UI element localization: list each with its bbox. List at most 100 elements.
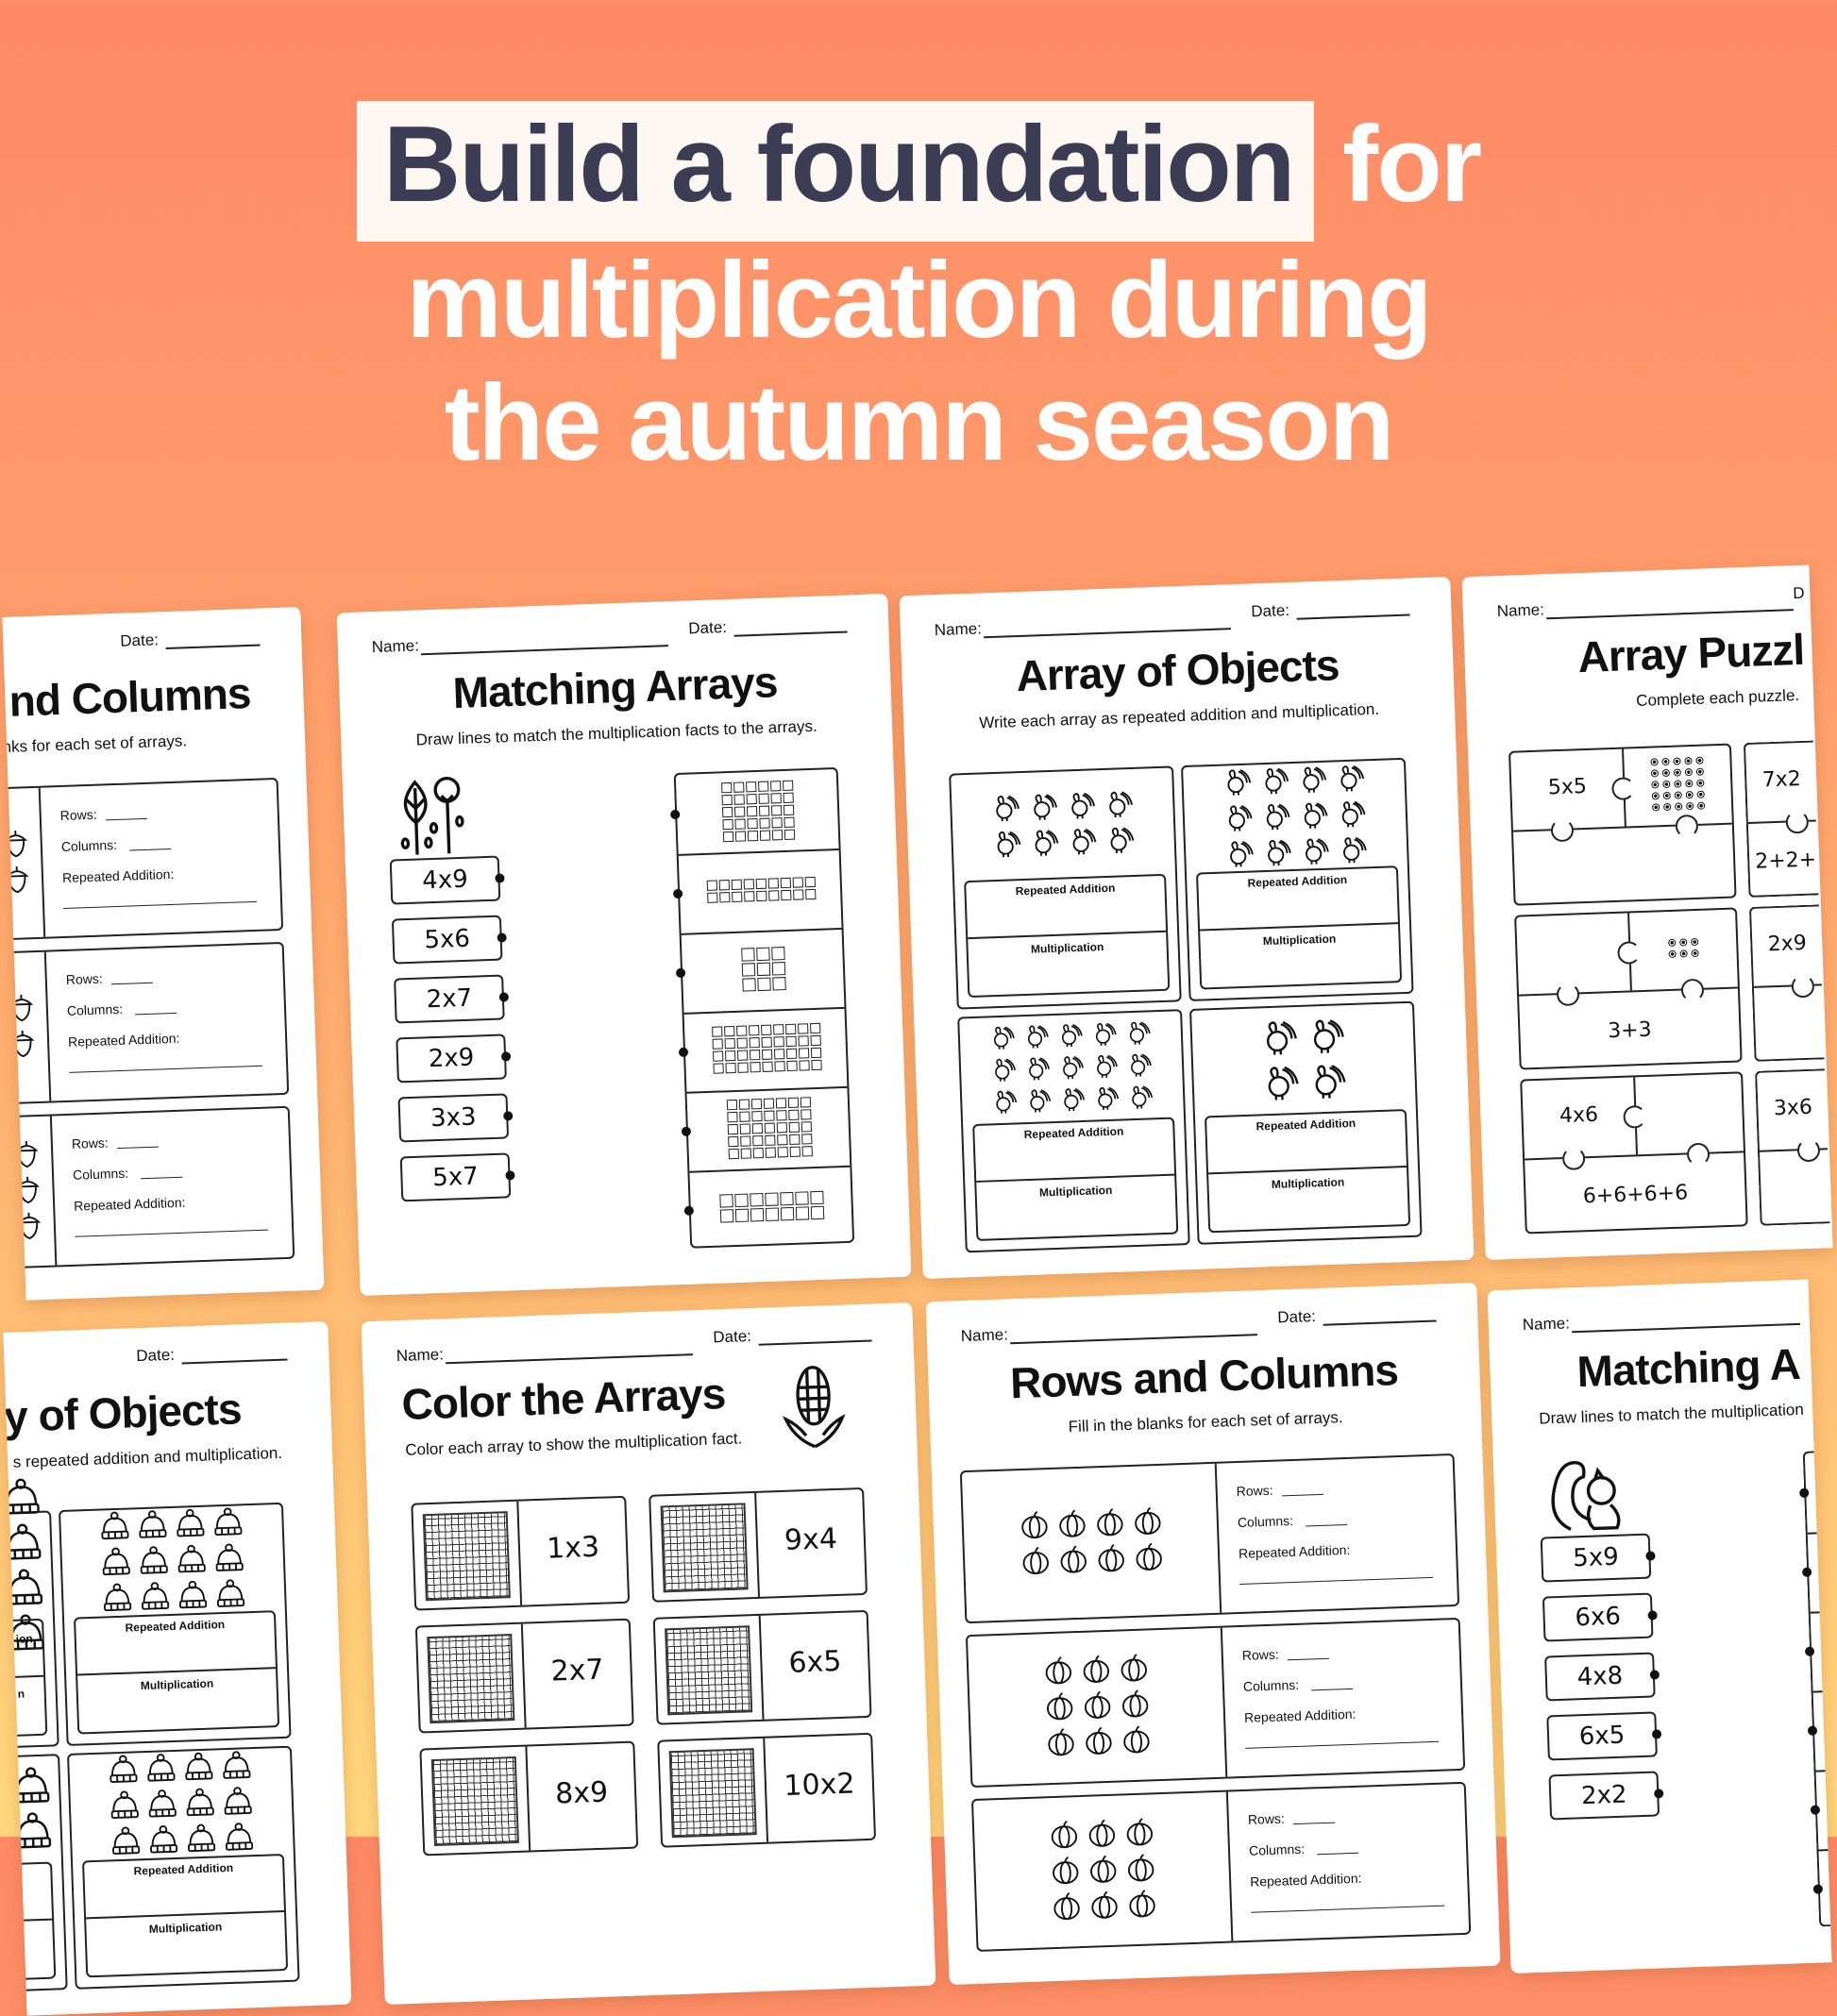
answer-area: Repeated Addition Multiplication: [1195, 865, 1403, 990]
icon-array: [971, 1470, 1212, 1616]
acorn-icon: [2, 863, 36, 899]
beanie-hat-icon: [211, 1577, 250, 1614]
array-square: [788, 1134, 800, 1145]
array-square: [724, 1050, 735, 1062]
match-dot: [500, 1051, 512, 1062]
array-square: [711, 1026, 722, 1037]
headline-line-2: multiplication during: [406, 241, 1432, 361]
columns-label: Columns:: [60, 836, 118, 855]
date-label: Date:: [1277, 1306, 1317, 1327]
array-square: [809, 1022, 820, 1034]
array-dot: [1695, 756, 1704, 764]
date-label: Date:: [136, 1345, 176, 1366]
array-square: [726, 1099, 737, 1110]
repeated-addition-label: Repeated Addition: [1023, 1124, 1124, 1142]
beanie-hat-icon: [180, 1786, 219, 1823]
colorable-grid: [660, 1503, 749, 1593]
array-square: [795, 1206, 810, 1220]
beanie-hat-icon: [96, 1545, 135, 1582]
columns-line: [140, 1163, 183, 1180]
fact-box: 6x5: [1546, 1711, 1662, 1761]
turkey-icon: [1334, 832, 1373, 869]
array-square: [756, 962, 771, 977]
array-square: [801, 1133, 812, 1145]
array-dot: [1651, 792, 1660, 800]
array-square: [780, 889, 791, 901]
icon-array: [1187, 764, 1404, 871]
box-divider: [1214, 1463, 1222, 1613]
beanie-hat-icon: [133, 1508, 172, 1545]
array-square: [798, 1060, 810, 1071]
multiplication-label: Multiplication: [1262, 932, 1337, 949]
turkey-icon: [1062, 788, 1101, 825]
repeated-addition-label-clipped: ion: [15, 1632, 33, 1646]
turkey-icon: [1332, 797, 1371, 833]
section-divider: [3, 1918, 53, 1927]
worksheet-instructions: Write each array as repeated addition an…: [978, 699, 1380, 732]
array-dot: [1661, 768, 1671, 778]
match-dot: [503, 1111, 514, 1121]
array-square: [772, 1024, 784, 1035]
array-cell: [1812, 1849, 1830, 1928]
name-line: [445, 1336, 694, 1365]
square-array: [711, 1022, 824, 1076]
row-break: [2, 1063, 42, 1071]
repeated-addition-label: Repeated Addition: [1015, 881, 1116, 899]
beanie-hat-icon: [218, 1785, 257, 1822]
multiplication-label: Multiplication: [1038, 1183, 1113, 1200]
array-square: [760, 1024, 771, 1036]
match-dot: [1810, 1805, 1821, 1815]
array-cell: [1801, 1532, 1820, 1614]
fact-box: 5x7: [399, 1152, 515, 1202]
name-label: Name:: [934, 619, 983, 640]
array-dot: [1662, 791, 1671, 800]
pumpkin-icon: [1040, 1689, 1079, 1726]
array-square: [800, 1096, 811, 1108]
columns-line: [1305, 1510, 1348, 1527]
array-square: [750, 1098, 762, 1109]
array-dot: [1662, 780, 1671, 789]
array-square: [773, 1049, 784, 1060]
array-square: [740, 1147, 751, 1159]
array-square: [746, 793, 757, 804]
array-square: [728, 1148, 739, 1159]
puzzle-knob: [1617, 941, 1641, 965]
match-dot: [1649, 1670, 1660, 1680]
array-square: [733, 805, 746, 817]
turkey-icon: [1122, 1050, 1157, 1083]
turkey-icon: [1054, 1052, 1089, 1085]
colorable-grid: [422, 1511, 511, 1602]
beanie-hat-icon: [179, 1750, 218, 1787]
fact-label: 5x6: [423, 924, 471, 955]
array-square: [784, 1023, 796, 1035]
colorable-grid: [668, 1748, 757, 1839]
repeated-addition-label: Repeated Addition:: [1249, 1870, 1362, 1890]
worksheet-instructions: Fill in the blanks for each set of array…: [1068, 1408, 1343, 1436]
array-cell: [1807, 1690, 1826, 1772]
turkey-icon: [1025, 826, 1064, 863]
array-square: [743, 879, 754, 890]
pumpkin-icon: [1083, 1817, 1121, 1854]
match-dot: [672, 888, 683, 899]
beanie-hat-icon: [174, 1579, 212, 1616]
array-square: [739, 1134, 751, 1147]
row-break: [2, 899, 36, 907]
acorn-icon: [2, 991, 41, 1028]
date-line: [733, 613, 848, 637]
array-square: [749, 1062, 761, 1073]
object-array-box: Repeated Addition Multiplication: [67, 1745, 300, 1990]
turkey-icon: [1293, 763, 1332, 799]
match-dot: [498, 992, 510, 1002]
color-array-box: 6x5: [652, 1609, 872, 1725]
array-square: [810, 1059, 822, 1071]
acorn-icon: [2, 1028, 5, 1065]
turkey-icon: [1331, 761, 1370, 798]
fact-label: 5x5: [1547, 774, 1588, 800]
array-square: [759, 830, 771, 841]
array-dot: [1668, 949, 1677, 959]
pumpkin-icon: [1116, 1687, 1154, 1723]
multiplication-label-clipped: n: [17, 1687, 25, 1701]
array-square: [795, 1191, 809, 1205]
beanie-hat-icon: [182, 1822, 221, 1858]
object-array-box: Repeated Addition Multiplication: [1189, 1000, 1423, 1245]
